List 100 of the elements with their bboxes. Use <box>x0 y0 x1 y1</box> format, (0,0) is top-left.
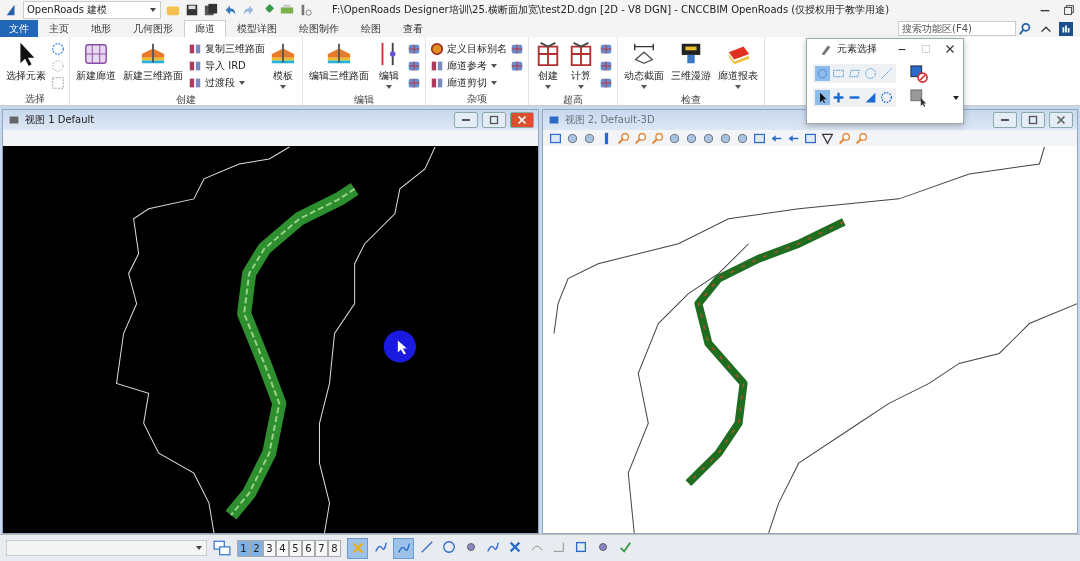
ribbon-button[interactable]: 新建三维路面 <box>121 39 185 85</box>
search-input[interactable]: 搜索功能区(F4) <box>898 21 1016 36</box>
check-icon <box>617 540 632 554</box>
view-title: 视图 2, Default-3D <box>564 113 655 127</box>
clear-selection-icon[interactable] <box>910 64 928 83</box>
ribbon-button[interactable]: 计算 <box>566 39 596 93</box>
snap-button[interactable] <box>347 537 368 559</box>
view-number-button[interactable]: 8 <box>328 539 341 557</box>
workspace-dropdown[interactable]: OpenRoads 建模 <box>23 1 161 19</box>
zoom-icon[interactable] <box>616 131 630 145</box>
ribbon-tab[interactable]: 绘图 <box>350 20 392 37</box>
curve-icon <box>485 540 500 554</box>
dialog-title: 元素选择 <box>837 42 877 56</box>
ribbon-button[interactable]: 廊道报表 <box>716 39 760 93</box>
frame-icon <box>535 41 561 67</box>
ribbon-button[interactable]: 新建廊道 <box>74 39 118 85</box>
app-logo-icon <box>4 3 18 17</box>
file-tab[interactable]: 文件 <box>0 20 38 37</box>
ribbon-button[interactable]: 三维漫游 <box>669 39 713 85</box>
ribbon-tab[interactable]: 绘图制作 <box>288 20 350 37</box>
ribbon-button[interactable]: 定义目标别名 <box>430 41 507 57</box>
maximize-button[interactable] <box>1021 112 1045 128</box>
ribbon-button[interactable]: 导入 IRD <box>188 58 265 74</box>
view-number-button[interactable]: 5 <box>289 539 302 557</box>
minimize-button[interactable] <box>993 112 1017 128</box>
window-icon[interactable] <box>752 131 766 145</box>
group-label: 杂项 <box>466 92 488 105</box>
view-number-button[interactable]: 6 <box>302 539 315 557</box>
close-icon <box>1054 113 1068 127</box>
undo-icon[interactable] <box>223 3 237 17</box>
restore-icon[interactable] <box>1062 3 1076 17</box>
ribbon-tab[interactable]: 几何图形 <box>122 20 184 37</box>
view-number-button[interactable]: 2 <box>250 539 263 557</box>
save-icon[interactable] <box>185 3 199 17</box>
maximize-icon <box>1026 113 1040 127</box>
caret-icon <box>385 83 393 91</box>
ribbon-button[interactable]: 编辑三维路面 <box>307 39 371 85</box>
minimize-button[interactable] <box>453 112 478 128</box>
ribbon-button[interactable]: 模板 <box>268 39 298 93</box>
curve-icon <box>373 540 388 554</box>
selection-mode-button[interactable] <box>831 90 846 105</box>
community-icon[interactable] <box>1059 22 1073 36</box>
ribbon-tab[interactable]: 主页 <box>38 20 80 37</box>
ribbon-button[interactable]: 创建 <box>533 39 563 93</box>
cross-icon <box>507 540 522 554</box>
select-all-icon[interactable] <box>910 88 928 107</box>
zoom-icon[interactable] <box>650 131 664 145</box>
circle-icon <box>441 540 456 554</box>
zoom-icon[interactable] <box>854 131 868 145</box>
maximize-button[interactable] <box>481 112 506 128</box>
close-button[interactable] <box>1049 112 1073 128</box>
grid-icon[interactable] <box>407 42 421 56</box>
caret-icon <box>544 83 552 91</box>
group-label: 编辑 <box>353 93 375 106</box>
window-icon[interactable] <box>803 131 817 145</box>
ribbon-tab[interactable]: 模型详图 <box>226 20 288 37</box>
caret-icon <box>640 83 648 91</box>
minimize-icon <box>1001 119 1009 121</box>
ribbon-button[interactable]: 廊道剪切 <box>430 75 507 91</box>
ribbon-button[interactable]: 廊道参考 <box>430 58 507 74</box>
circle-icon <box>864 67 877 80</box>
ribbon-button[interactable]: 过渡段 <box>188 75 265 91</box>
group-label: 超高 <box>562 93 584 106</box>
shape-icon <box>848 67 861 80</box>
caret-icon <box>734 83 742 91</box>
cross-icon <box>350 541 365 555</box>
views-icon[interactable] <box>213 539 231 557</box>
printer-icon[interactable] <box>280 3 294 17</box>
caret-icon[interactable] <box>952 93 960 102</box>
triangle-icon <box>864 91 877 104</box>
selection-mode-button[interactable] <box>815 90 830 105</box>
line-icon <box>880 67 893 80</box>
ribbon-tab[interactable]: 地形 <box>80 20 122 37</box>
ribbon-tab[interactable]: 廊道 <box>184 20 226 37</box>
view-title: 视图 1 Default <box>25 113 95 127</box>
group-label: 创建 <box>175 93 197 106</box>
zoom-icon[interactable] <box>633 131 647 145</box>
ribbon-tab[interactable]: 查看 <box>392 20 434 37</box>
view-number-button[interactable]: 7 <box>315 539 328 557</box>
group-label: 检查 <box>680 93 702 106</box>
grid-icon <box>83 41 109 67</box>
close-button[interactable] <box>509 112 534 128</box>
ribbon-button[interactable]: 动态截面 <box>622 39 666 93</box>
window-icon[interactable] <box>548 131 562 145</box>
plus-icon <box>832 91 845 104</box>
circle-icon <box>816 67 829 80</box>
caret-icon <box>195 544 203 552</box>
snap-button[interactable] <box>393 537 414 559</box>
view-number-button[interactable]: 1 <box>237 539 250 557</box>
caret-icon <box>238 79 246 87</box>
view-number-button[interactable]: 3 <box>263 539 276 557</box>
curve-icon <box>396 541 411 555</box>
line-icon <box>419 540 434 554</box>
ribbon-button[interactable]: 编辑 <box>374 39 404 93</box>
ribbon-button[interactable]: 复制三维路面 <box>188 41 265 57</box>
caret-icon <box>490 79 498 87</box>
save-all-icon[interactable] <box>204 3 218 17</box>
select-button[interactable]: 选择元素 <box>4 39 48 85</box>
view-number-button[interactable]: 4 <box>276 539 289 557</box>
search-icon[interactable] <box>1018 21 1032 36</box>
